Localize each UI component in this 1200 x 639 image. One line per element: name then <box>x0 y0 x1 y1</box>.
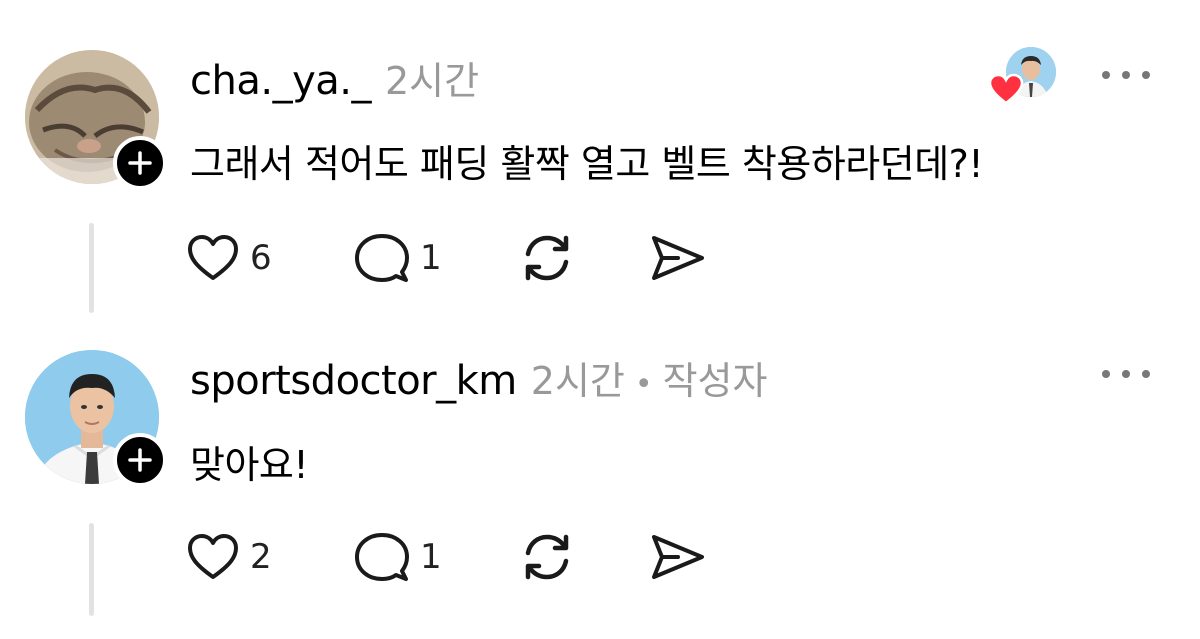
speech-bubble-icon <box>355 533 409 581</box>
reply-button[interactable]: 1 <box>354 228 442 288</box>
like-count: 6 <box>250 238 272 278</box>
author-liked-indicator <box>988 45 1060 107</box>
action-bar: 6 1 <box>186 228 746 288</box>
share-button[interactable] <box>648 527 706 587</box>
comment: cha._ya._ 2시간 그래서 적어도 패딩 활짝 열고 벨트 착용하라던데… <box>0 0 1200 320</box>
reply-button[interactable]: 1 <box>354 527 442 587</box>
thread-line <box>89 523 94 616</box>
plus-icon <box>128 448 152 472</box>
comment-header: cha._ya._ 2시간 <box>190 50 479 104</box>
paper-plane-icon <box>652 236 704 280</box>
username[interactable]: cha._ya._ <box>190 58 371 104</box>
like-button[interactable]: 6 <box>186 228 272 288</box>
red-heart-icon <box>988 73 1024 105</box>
comment-header: sportsdoctor_km 2시간 • 작성자 <box>190 350 767 404</box>
follow-button[interactable] <box>113 433 167 487</box>
like-count: 2 <box>250 537 272 577</box>
thread-line <box>89 223 94 313</box>
more-options-button[interactable] <box>1102 63 1150 87</box>
heart-outline-icon <box>188 534 238 579</box>
more-dots-icon <box>1102 370 1110 378</box>
plus-icon <box>128 151 152 175</box>
repost-arrows-icon <box>525 235 569 281</box>
timestamp: 2시간 <box>530 359 625 403</box>
more-options-button[interactable] <box>1102 362 1150 386</box>
repost-button[interactable] <box>520 228 574 288</box>
comment-text: 맞아요! <box>190 443 309 487</box>
author-tag: 작성자 <box>662 359 768 403</box>
repost-button[interactable] <box>520 527 574 587</box>
paper-plane-icon <box>652 535 704 579</box>
reply-count: 1 <box>420 238 442 278</box>
separator-dot: • <box>634 367 653 402</box>
follow-button[interactable] <box>113 136 167 190</box>
share-button[interactable] <box>648 228 706 288</box>
speech-bubble-icon <box>355 234 409 282</box>
comment: sportsdoctor_km 2시간 • 작성자 맞아요! 2 1 <box>0 320 1200 639</box>
repost-arrows-icon <box>525 534 569 580</box>
like-button[interactable]: 2 <box>186 527 272 587</box>
heart-outline-icon <box>188 235 238 280</box>
username[interactable]: sportsdoctor_km <box>190 358 517 404</box>
reply-count: 1 <box>420 537 442 577</box>
timestamp: 2시간 <box>384 59 480 103</box>
action-bar: 2 1 <box>186 527 746 587</box>
comment-text: 그래서 적어도 패딩 활짝 열고 벨트 착용하라던데?! <box>190 142 984 186</box>
more-dots-icon <box>1102 71 1110 79</box>
